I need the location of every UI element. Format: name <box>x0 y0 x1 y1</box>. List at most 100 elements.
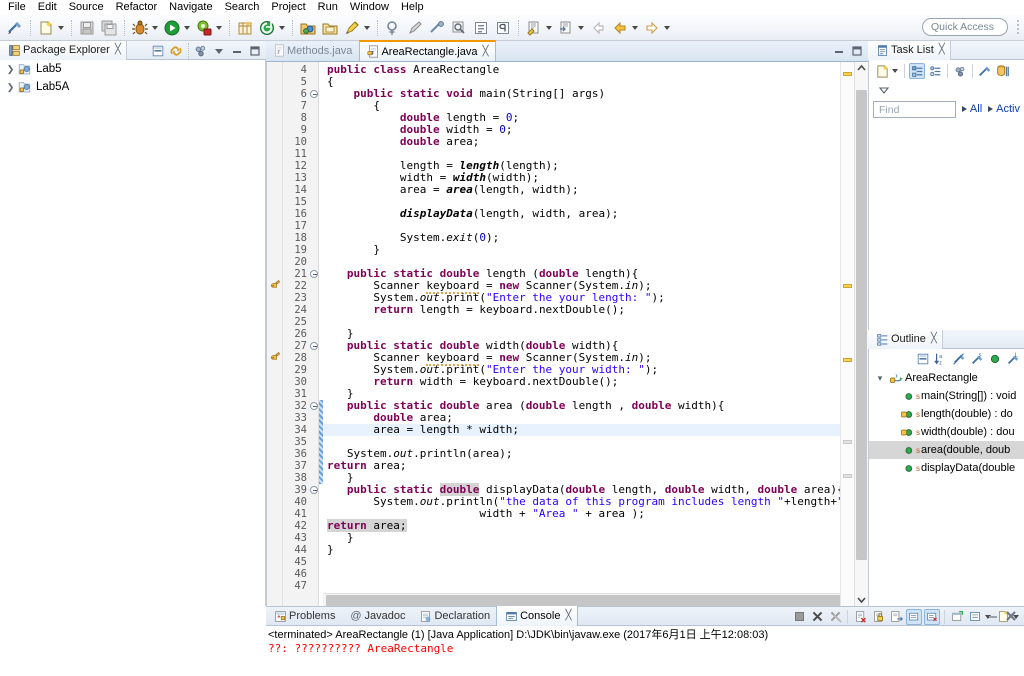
pencil-icon[interactable] <box>405 18 425 38</box>
new-wizard-icon[interactable] <box>36 18 56 38</box>
outline-member-row[interactable]: s width(double) : dou <box>869 423 1024 441</box>
forward-icon[interactable] <box>642 18 662 38</box>
hide-fields-icon[interactable] <box>951 351 967 367</box>
new-wizard-dropdown-icon[interactable] <box>58 25 64 30</box>
task-find-input[interactable]: Find <box>873 100 956 118</box>
external-tools-icon[interactable] <box>194 18 214 38</box>
link-with-editor-icon[interactable] <box>168 43 184 59</box>
menu-search[interactable]: Search <box>219 0 266 15</box>
search-icon[interactable] <box>449 18 469 38</box>
collapse-fold-icon[interactable] <box>310 486 318 494</box>
bottom-tab-declaration[interactable]: Declaration <box>411 606 496 626</box>
link-editor-icon[interactable] <box>427 18 447 38</box>
outline-toggle-icon[interactable] <box>471 18 491 38</box>
new-class-dropdown-icon[interactable] <box>279 25 285 30</box>
code-line[interactable]: area = area(length, width); <box>323 184 840 196</box>
editor-folding-column[interactable] <box>309 62 319 606</box>
collapse-all-icon[interactable] <box>150 43 166 59</box>
fold-cell[interactable] <box>309 484 318 496</box>
new-java-package-icon[interactable] <box>235 18 255 38</box>
open-folder-icon[interactable] <box>298 18 318 38</box>
collapse-arrow-icon[interactable]: ▾ <box>873 373 887 384</box>
fold-cell[interactable] <box>309 268 318 280</box>
menu-file[interactable]: File <box>2 0 32 15</box>
code-line[interactable]: public class AreaRectangle <box>323 64 840 76</box>
code-line[interactable]: } <box>323 544 840 556</box>
fold-cell[interactable] <box>309 400 318 412</box>
save-icon[interactable] <box>77 18 97 38</box>
outline-member-row[interactable]: s main(String[]) : void <box>869 387 1024 405</box>
filter-all-arrow-icon[interactable] <box>961 106 967 112</box>
new-class-icon[interactable] <box>257 18 277 38</box>
pin-console-icon[interactable] <box>906 608 922 625</box>
editor-tab-active[interactable]: JAreaRectangle.java ╳ <box>359 40 497 61</box>
scroll-down-icon[interactable] <box>855 593 868 606</box>
sort-icon[interactable]: az <box>933 351 949 367</box>
scheduled-presentation-icon[interactable] <box>927 63 943 79</box>
save-all-icon[interactable] <box>99 18 119 38</box>
categorized-presentation-icon[interactable] <box>909 63 925 79</box>
filter-activate-link[interactable]: Activ <box>996 103 1020 115</box>
open-type-icon[interactable] <box>320 18 340 38</box>
menu-edit[interactable]: Edit <box>32 0 63 15</box>
console-output[interactable]: <terminated> AreaRectangle (1) [Java App… <box>266 626 1024 676</box>
terminate-icon[interactable] <box>791 609 807 625</box>
last-edit-dropdown-icon[interactable] <box>546 25 552 30</box>
outline-root-row[interactable]: ▾ AreaRectangle <box>869 369 1024 387</box>
tab-task-list[interactable]: Task List ╳ <box>868 40 951 60</box>
next-annotation-icon[interactable] <box>556 18 576 38</box>
code-line[interactable]: return length = keyboard.nextDouble(); <box>323 304 840 316</box>
next-annotation-dropdown-icon[interactable] <box>578 25 584 30</box>
minimize-icon[interactable] <box>229 43 245 59</box>
run-dropdown-icon[interactable] <box>184 25 190 30</box>
editor-minimize-icon[interactable] <box>831 43 847 59</box>
run-icon[interactable] <box>162 18 182 38</box>
tab-package-explorer[interactable]: Package Explorer ╳ <box>0 40 127 60</box>
bottom-tab-javadoc[interactable]: @ Javadoc <box>341 606 411 626</box>
code-line[interactable]: } <box>323 244 840 256</box>
overview-warning-marker[interactable] <box>843 72 852 76</box>
expand-arrow-icon[interactable]: ❯ <box>4 82 17 93</box>
code-line[interactable]: System.exit(0); <box>323 232 840 244</box>
close-icon[interactable]: ╳ <box>931 334 937 344</box>
code-line[interactable] <box>323 556 840 568</box>
new-console-view-icon[interactable] <box>967 609 983 625</box>
hide-non-public-icon[interactable] <box>987 351 1003 367</box>
menu-window[interactable]: Window <box>344 0 395 15</box>
project-row[interactable]: ❯ Lab5 <box>0 60 265 78</box>
highlight-dropdown-icon[interactable] <box>364 25 370 30</box>
previous-annotation-icon[interactable] <box>588 18 608 38</box>
hide-static-fields-icon[interactable]: s <box>969 351 985 367</box>
code-line[interactable]: area = length * width; <box>323 424 840 436</box>
close-icon[interactable]: ╳ <box>565 611 571 621</box>
last-edit-location-icon[interactable] <box>524 18 544 38</box>
remove-all-launches-icon[interactable] <box>827 609 843 625</box>
project-row[interactable]: ❯ Lab5A <box>0 78 265 96</box>
code-line[interactable]: public static void main(String[] args) <box>323 88 840 100</box>
fold-cell[interactable] <box>309 88 318 100</box>
collapse-fold-icon[interactable] <box>310 402 318 410</box>
outline-tree[interactable]: ▾ AreaRectangle s main(String[]) : void s len… <box>869 369 1024 477</box>
menu-navigate[interactable]: Navigate <box>163 0 218 15</box>
close-icon[interactable]: ╳ <box>115 45 121 55</box>
collapse-fold-icon[interactable] <box>310 270 318 278</box>
code-line[interactable] <box>323 568 840 580</box>
code-line[interactable] <box>323 316 840 328</box>
remove-launch-icon[interactable] <box>809 609 825 625</box>
code-line[interactable]: return area; <box>323 460 840 472</box>
close-icon[interactable]: ╳ <box>939 45 945 55</box>
code-line[interactable]: } <box>323 532 840 544</box>
overview-warning-marker[interactable] <box>843 358 852 362</box>
console-minimize-icon[interactable] <box>985 608 1001 624</box>
view-menu-filters-icon[interactable] <box>193 43 209 59</box>
focus-on-workweek-icon[interactable] <box>952 63 968 79</box>
highlight-pen-icon[interactable] <box>342 18 362 38</box>
debug-dropdown-icon[interactable] <box>152 25 158 30</box>
console-close-icon[interactable] <box>1003 608 1019 624</box>
task-repository-icon[interactable] <box>995 63 1011 79</box>
expand-arrow-icon[interactable]: ❯ <box>4 64 17 75</box>
open-console-icon[interactable] <box>949 609 965 625</box>
open-task-icon[interactable] <box>383 18 403 38</box>
code-line[interactable]: double area; <box>323 136 840 148</box>
collapse-all-icon[interactable] <box>915 351 931 367</box>
